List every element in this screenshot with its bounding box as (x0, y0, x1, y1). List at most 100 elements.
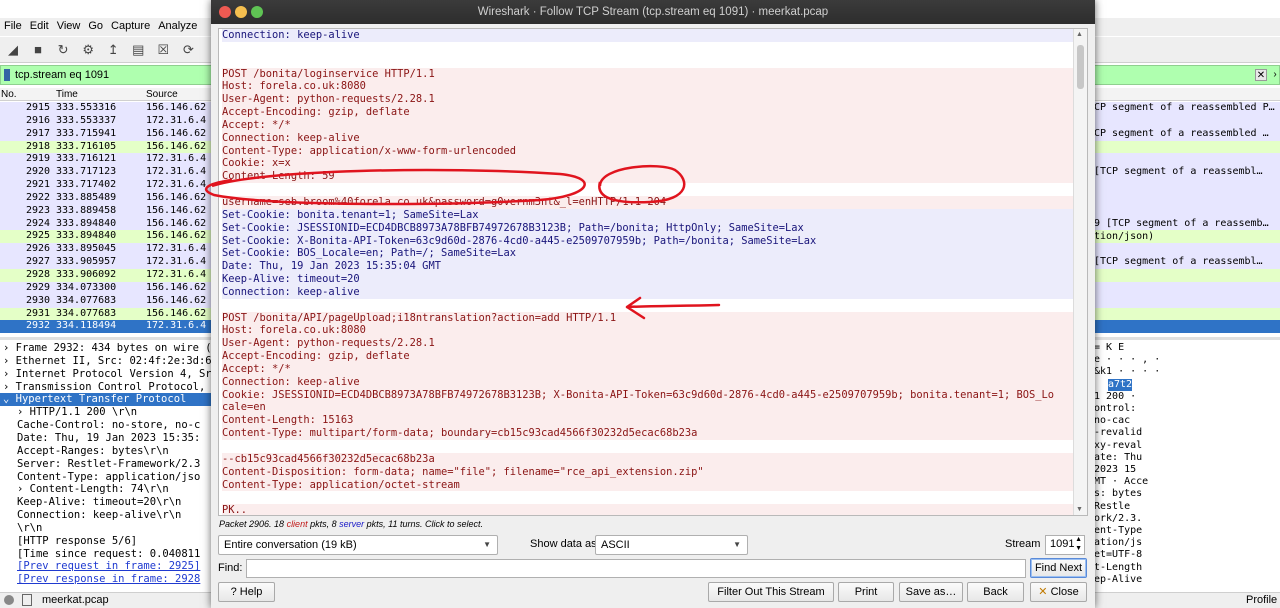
restart-icon[interactable]: ↻ (53, 40, 73, 60)
expand-arrow-icon[interactable]: › (3, 355, 16, 367)
detail-link[interactable]: [Prev response in frame: 2928 (17, 573, 200, 585)
bytes-line[interactable]: ontrol: (1094, 403, 1136, 415)
bytes-line[interactable]: ork/2.3. (1094, 513, 1142, 525)
menu-capture[interactable]: Capture (107, 18, 154, 34)
expand-arrow-icon[interactable]: › (3, 381, 16, 393)
close-file-icon[interactable]: ☒ (153, 40, 173, 60)
detail-line[interactable]: Server: Restlet-Framework/2.3 (0, 458, 200, 471)
stop-icon[interactable]: ■ (28, 40, 48, 60)
conversation-select[interactable]: Entire conversation (19 kB) ▼ (218, 535, 498, 555)
expand-arrow-icon[interactable]: › (17, 406, 30, 418)
detail-line[interactable]: Connection: keep-alive\r\n (0, 509, 181, 522)
detail-line[interactable]: › Transmission Control Protocol, (0, 381, 205, 394)
close-button[interactable]: ✕ Close (1030, 582, 1087, 602)
bytes-line[interactable]: ent-Type (1094, 525, 1142, 537)
bytes-line[interactable]: MT · Acce (1094, 476, 1148, 488)
detail-text: HTTP/1.1 200 \r\n (29, 406, 138, 419)
close-window-icon[interactable] (219, 6, 231, 18)
bytes-line[interactable]: e · · · , · (1094, 354, 1160, 366)
detail-line[interactable]: Content-Type: application/jso (0, 471, 200, 484)
edit-icon[interactable] (22, 594, 32, 606)
help-button[interactable]: ? Help (218, 582, 275, 602)
scroll-thumb[interactable] (1077, 45, 1084, 89)
expand-arrow-icon[interactable]: ⌄ (3, 393, 16, 405)
clear-filter-icon[interactable]: ✕ (1255, 69, 1267, 81)
bytes-line[interactable]: Restle (1094, 501, 1130, 513)
bytes-line[interactable]: 2023 15 (1094, 464, 1136, 476)
col-no[interactable]: No. (1, 89, 17, 100)
stream-text[interactable]: Connection: keep-alive POST /bonita/login… (222, 29, 1074, 515)
col-source[interactable]: Source (146, 89, 178, 100)
minimize-window-icon[interactable] (235, 6, 247, 18)
detail-line[interactable]: › HTTP/1.1 200 \r\n (0, 406, 137, 419)
bytes-line[interactable]: ation/js (1094, 537, 1142, 549)
bytes-line[interactable]: ep-Alive (1094, 574, 1142, 586)
detail-line[interactable]: Cache-Control: no-store, no-c (0, 419, 200, 432)
menu-go[interactable]: Go (84, 18, 107, 34)
bytes-line[interactable]: -revalid (1094, 427, 1142, 439)
menu-view[interactable]: View (53, 18, 85, 34)
file-icon[interactable]: ▤ (128, 40, 148, 60)
menu-edit[interactable]: Edit (26, 18, 53, 34)
stream-content-pane[interactable]: Connection: keep-alive POST /bonita/login… (218, 28, 1088, 516)
spin-down-icon[interactable]: ▼ (1075, 545, 1082, 552)
detail-line[interactable]: [Prev request in frame: 2925] (0, 560, 200, 573)
detail-line[interactable]: Date: Thu, 19 Jan 2023 15:35: (0, 432, 200, 445)
open-file-icon[interactable]: ↥ (103, 40, 123, 60)
detail-line[interactable]: [Prev response in frame: 2928 (0, 573, 200, 586)
detail-link[interactable]: [Prev request in frame: 2925] (17, 560, 200, 572)
menu-analyze[interactable]: Analyze (154, 18, 201, 34)
bytes-line[interactable]: xy-reval (1094, 440, 1142, 452)
detail-line[interactable]: › Frame 2932: 434 bytes on wire ( (0, 342, 212, 355)
client-line: Host: forela.co.uk:8080 (222, 324, 1074, 338)
client-line: Content-Length: 15163 (222, 414, 1074, 428)
bookmark-icon[interactable] (4, 69, 10, 81)
stream-number-spinbox[interactable]: 1091 ▲ ▼ (1045, 535, 1085, 555)
expand-arrow-icon[interactable]: › (3, 342, 16, 354)
options-gear-icon[interactable]: ⚙ (78, 40, 98, 60)
bytes-line[interactable]: t-Length (1094, 562, 1142, 574)
scroll-up-icon[interactable]: ▲ (1076, 31, 1083, 38)
detail-line[interactable]: \r\n (0, 522, 42, 535)
bytes-line[interactable]: 1 200 · (1094, 391, 1136, 403)
expand-arrow-icon[interactable]: › (17, 483, 30, 495)
col-time[interactable]: Time (56, 89, 78, 100)
detail-line[interactable]: [HTTP response 5/6] (0, 535, 137, 548)
status-profile[interactable]: Profile (1246, 594, 1277, 606)
print-button[interactable]: Print (838, 582, 894, 602)
stream-scrollbar[interactable]: ▲ ▼ (1073, 29, 1087, 515)
save-as-button[interactable]: Save as… (899, 582, 963, 602)
spin-up-icon[interactable]: ▲ (1075, 536, 1082, 543)
maximize-window-icon[interactable] (251, 6, 263, 18)
shark-fin-icon[interactable]: ◢ (3, 40, 23, 60)
detail-text: Hypertext Transfer Protocol (15, 393, 187, 406)
display-filter-text[interactable]: tcp.stream eq 1091 (15, 69, 109, 81)
packet-src: 156.146.62 (146, 140, 207, 152)
bytes-line[interactable]: no-cac (1094, 415, 1130, 427)
detail-line[interactable]: Keep-Alive: timeout=20\r\n (0, 496, 181, 509)
detail-line[interactable]: [Time since request: 0.040811 (0, 548, 200, 561)
bytes-line[interactable]: ate: Thu (1094, 452, 1142, 464)
bytes-line[interactable]: = K E (1094, 342, 1124, 354)
detail-line[interactable]: ⌄ Hypertext Transfer Protocol (0, 393, 215, 407)
stream-number[interactable]: 1091 (1050, 538, 1074, 550)
back-button[interactable]: Back (967, 582, 1024, 602)
detail-line[interactable]: › Internet Protocol Version 4, Sr (0, 368, 212, 381)
detail-text: Cache-Control: no-store, no-c (17, 419, 201, 432)
bytes-line[interactable]: s: bytes (1094, 488, 1142, 500)
scroll-down-icon[interactable]: ▼ (1076, 506, 1083, 513)
detail-line[interactable]: › Ethernet II, Src: 02:4f:2e:3d:6 (0, 355, 212, 368)
detail-line[interactable]: Accept-Ranges: bytes\r\n (0, 445, 169, 458)
filter-out-stream-button[interactable]: Filter Out This Stream (708, 582, 834, 602)
show-data-as-select[interactable]: ASCII ▼ (595, 535, 748, 555)
filter-arrow-icon[interactable]: › (1269, 69, 1280, 81)
bytes-line[interactable]: &k1 · · · · (1094, 366, 1160, 378)
reload-icon[interactable]: ⟳ (178, 40, 198, 60)
find-next-button[interactable]: Find Next (1030, 558, 1087, 578)
bytes-line[interactable]: et=UTF-8 (1094, 549, 1142, 561)
find-input[interactable] (246, 559, 1026, 578)
detail-line[interactable]: › Content-Length: 74\r\n (0, 483, 169, 496)
menu-file[interactable]: File (0, 18, 26, 34)
expand-arrow-icon[interactable]: › (3, 368, 16, 380)
bytes-line[interactable]: a7t2 (1108, 378, 1133, 391)
